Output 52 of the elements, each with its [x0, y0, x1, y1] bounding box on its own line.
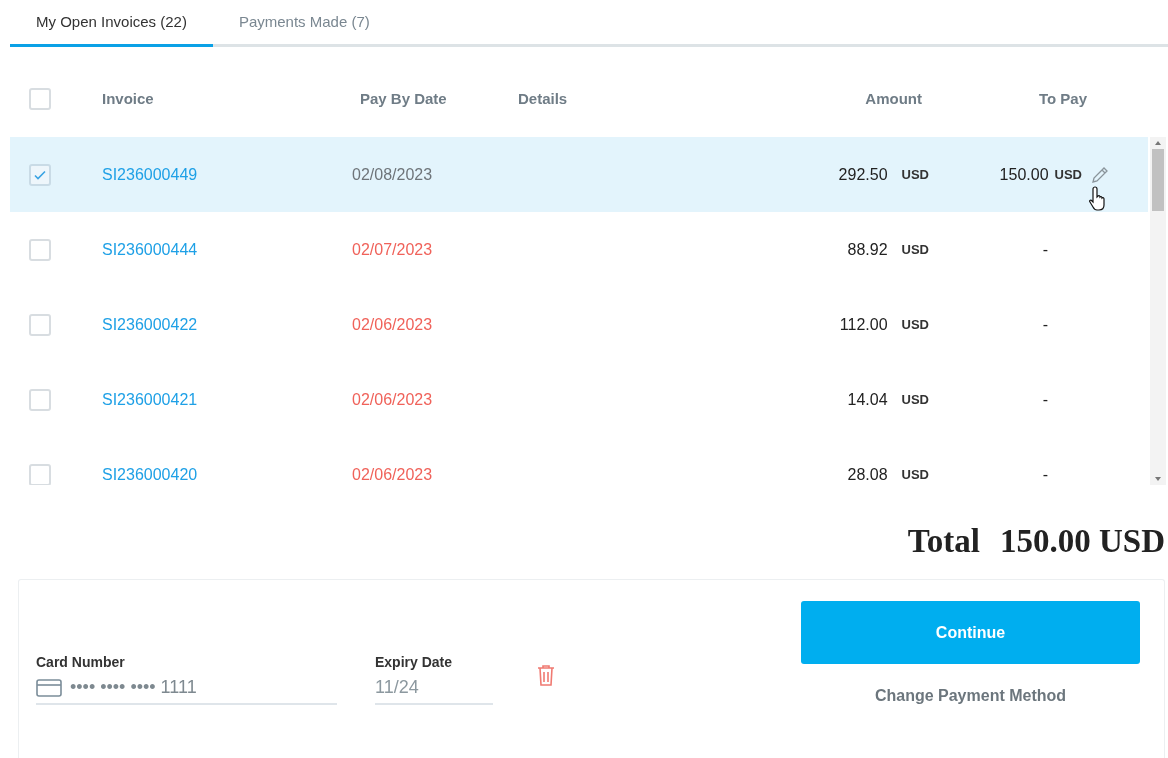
currency: USD	[901, 165, 929, 184]
change-payment-method-link[interactable]: Change Payment Method	[874, 684, 1067, 708]
invoice-link[interactable]: SI236000420	[102, 462, 352, 485]
column-header: Details	[518, 88, 569, 109]
checkbox[interactable]	[29, 238, 51, 261]
currency: USD	[901, 315, 929, 334]
pay-by-date: 02/06/2023	[352, 314, 434, 335]
column-header: Invoice	[102, 88, 155, 109]
checkbox[interactable]	[29, 388, 51, 411]
currency: USD	[901, 465, 929, 484]
trash-icon[interactable]	[535, 663, 557, 687]
checkbox[interactable]	[29, 163, 51, 186]
total-label: Total	[907, 522, 980, 561]
to-pay-amount: -	[1042, 389, 1048, 410]
amount: 292.50	[838, 164, 888, 185]
card-number-field[interactable]: •••• •••• •••• 1111	[36, 672, 337, 705]
tab[interactable]: Payments Made (7)	[212, 0, 396, 47]
total-value: 150.00 USD	[999, 522, 1165, 561]
amount: 112.00	[839, 314, 888, 335]
amount: 14.04	[847, 389, 888, 410]
to-pay-amount: -	[1042, 464, 1048, 485]
checkbox[interactable]	[29, 313, 51, 336]
to-pay-amount: -	[1042, 314, 1048, 335]
scrollbar[interactable]	[1150, 137, 1166, 485]
invoice-link[interactable]: SI236000421	[102, 387, 352, 412]
continue-button[interactable]: Continue	[801, 601, 1140, 664]
amount: 88.92	[847, 239, 888, 260]
credit-card-icon	[36, 677, 62, 698]
currency: USD	[901, 390, 929, 409]
pay-by-date: 02/08/2023	[352, 164, 434, 185]
pay-by-date: 02/07/2023	[352, 239, 434, 260]
column-header: To Pay	[1037, 88, 1087, 109]
scrollbar-thumb[interactable]	[1152, 149, 1164, 211]
field-label: Expiry Date	[375, 652, 454, 672]
pay-by-date: 02/06/2023	[352, 389, 434, 410]
invoice-link[interactable]: SI236000449	[102, 162, 352, 187]
checkbox[interactable]	[29, 463, 51, 485]
pay-by-date: 02/06/2023	[352, 464, 434, 485]
invoice-link[interactable]: SI236000422	[102, 312, 352, 337]
checkbox[interactable]	[29, 88, 51, 110]
invoice-link[interactable]: SI236000444	[102, 237, 352, 262]
to-pay-amount: -	[1042, 239, 1048, 260]
invoice-row[interactable]: SI236000449 02/08/2023 292.50 USD 150.00 USD	[10, 137, 1148, 212]
amount: 28.08	[847, 464, 888, 485]
to-pay-amount: 150.00	[999, 164, 1049, 185]
currency: USD	[1054, 165, 1082, 184]
expiry-date-field[interactable]: 11/24	[375, 672, 493, 705]
column-header: Pay By Date	[359, 88, 448, 109]
tab[interactable]: My Open Invoices (22)	[10, 0, 213, 47]
column-header: Amount	[864, 88, 922, 109]
field-label: Card Number	[36, 652, 126, 672]
currency: USD	[901, 240, 929, 259]
